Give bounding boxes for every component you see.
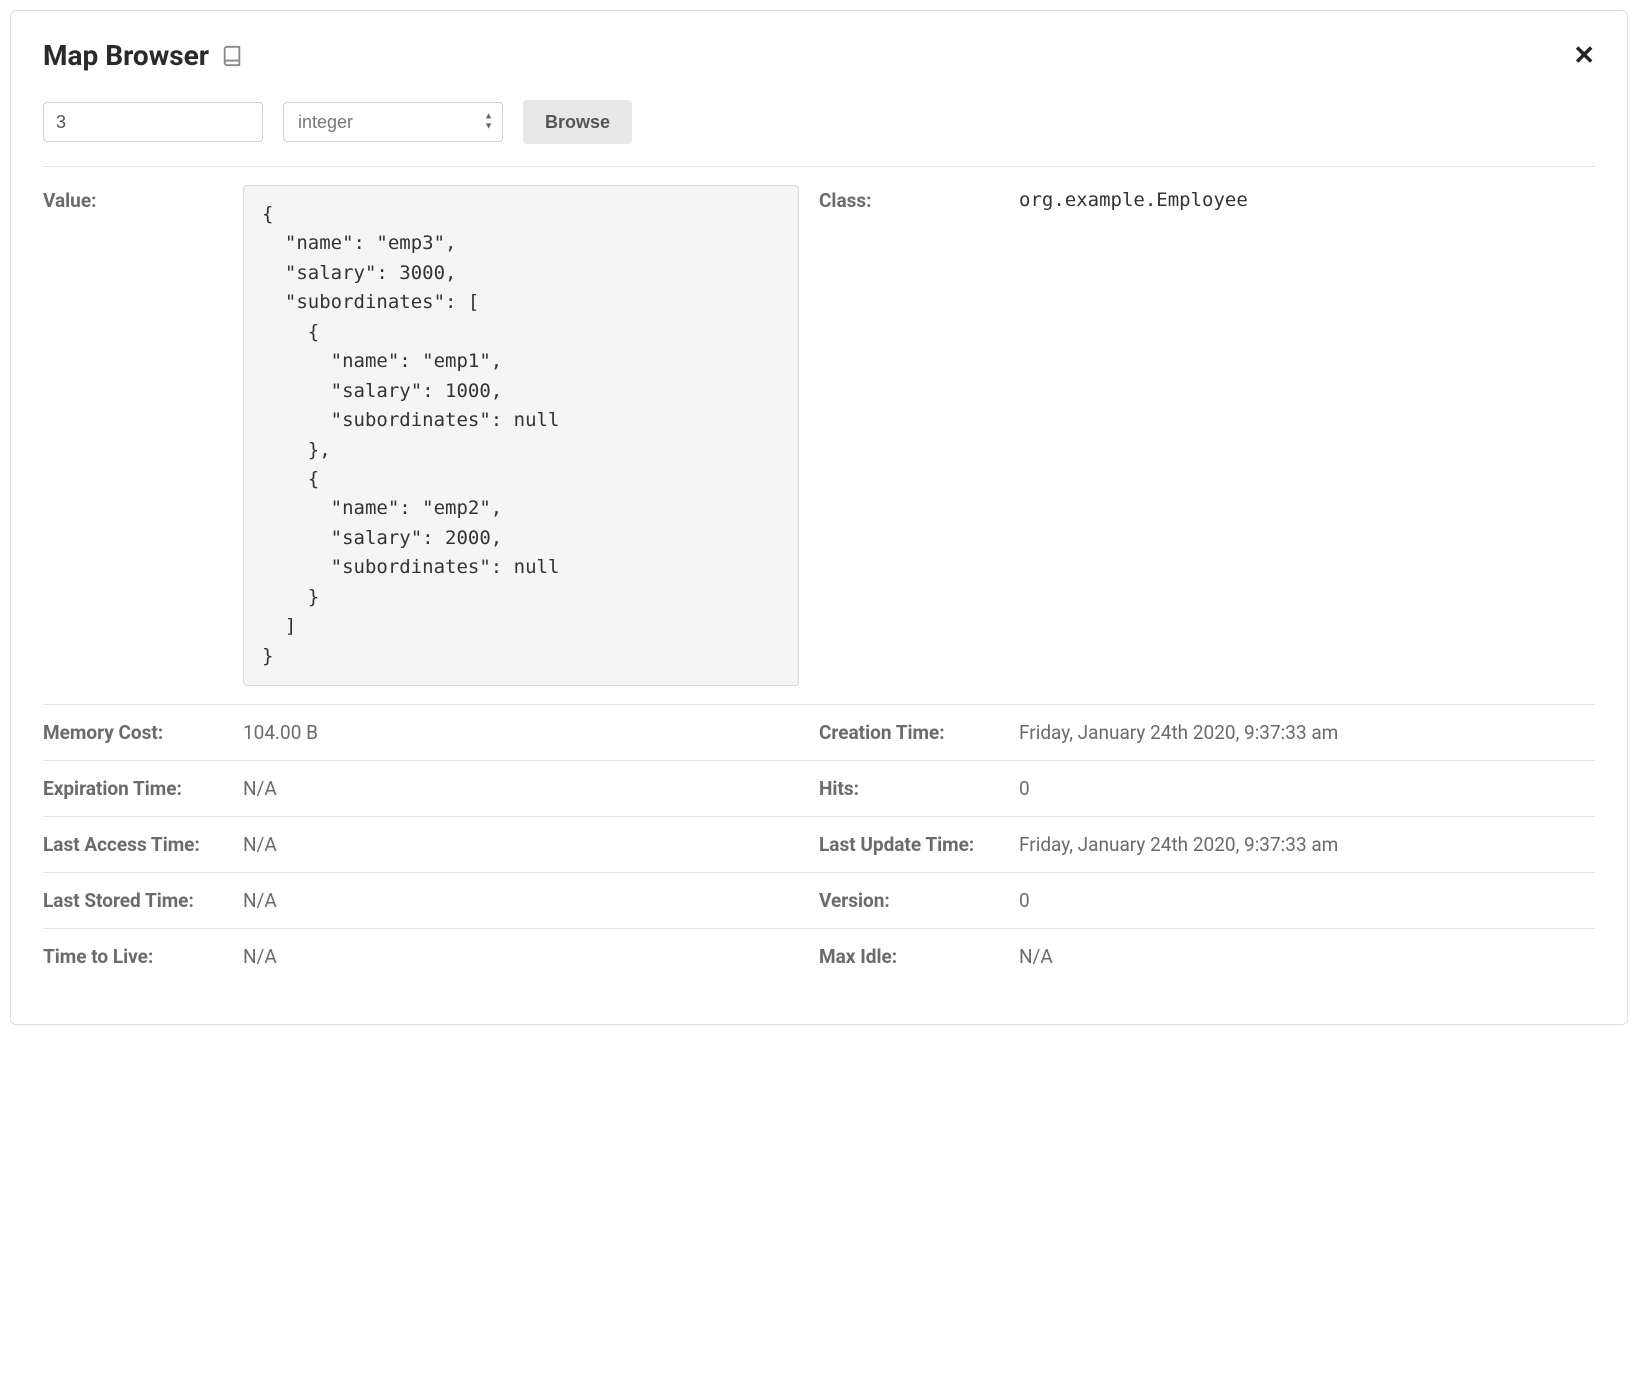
stats-cell: Hits: 0: [819, 777, 1595, 800]
type-select-wrapper: integer ▲▼: [283, 102, 503, 142]
stats-cell: Time to Live: N/A: [43, 945, 819, 968]
hits-label: Hits:: [819, 777, 1019, 800]
stats-cell: Last Stored Time: N/A: [43, 889, 819, 912]
map-browser-panel: Map Browser ✕ integer ▲▼ Browse Value:: [10, 10, 1628, 1025]
stats-cell: Memory Cost: 104.00 B: [43, 721, 819, 744]
value-column: Value: { "name": "emp3", "salary": 3000,…: [43, 185, 819, 686]
ttl-label: Time to Live:: [43, 945, 243, 968]
last-update-time-label: Last Update Time:: [819, 833, 1019, 856]
close-icon[interactable]: ✕: [1573, 43, 1595, 69]
ttl-value: N/A: [243, 945, 277, 968]
book-icon: [221, 45, 243, 67]
class-value: org.example.Employee: [1019, 185, 1248, 686]
divider: [43, 166, 1595, 167]
stats-cell: Last Access Time: N/A: [43, 833, 819, 856]
stats-cell: Last Update Time: Friday, January 24th 2…: [819, 833, 1595, 856]
stats-row: Last Access Time: N/A Last Update Time: …: [43, 817, 1595, 873]
class-label: Class:: [819, 185, 1019, 686]
last-stored-time-label: Last Stored Time:: [43, 889, 243, 912]
max-idle-value: N/A: [1019, 945, 1053, 968]
hits-value: 0: [1019, 777, 1030, 800]
stats-row: Expiration Time: N/A Hits: 0: [43, 761, 1595, 817]
last-access-time-value: N/A: [243, 833, 277, 856]
stats-cell: Version: 0: [819, 889, 1595, 912]
max-idle-label: Max Idle:: [819, 945, 1019, 968]
type-select[interactable]: integer: [283, 102, 503, 142]
stats-row: Last Stored Time: N/A Version: 0: [43, 873, 1595, 929]
stats-cell: Creation Time: Friday, January 24th 2020…: [819, 721, 1595, 744]
expiration-time-value: N/A: [243, 777, 277, 800]
stats-row: Memory Cost: 104.00 B Creation Time: Fri…: [43, 705, 1595, 761]
title-text: Map Browser: [43, 39, 209, 72]
browse-controls: integer ▲▼ Browse: [43, 100, 1595, 144]
version-value: 0: [1019, 889, 1030, 912]
memory-cost-label: Memory Cost:: [43, 721, 243, 744]
panel-title: Map Browser: [43, 39, 243, 72]
stats-grid: Memory Cost: 104.00 B Creation Time: Fri…: [43, 704, 1595, 984]
memory-cost-value: 104.00 B: [243, 721, 318, 744]
value-content: { "name": "emp3", "salary": 3000, "subor…: [243, 185, 799, 686]
key-input[interactable]: [43, 102, 263, 142]
browse-button[interactable]: Browse: [523, 100, 632, 144]
panel-header: Map Browser ✕: [43, 39, 1595, 72]
creation-time-value: Friday, January 24th 2020, 9:37:33 am: [1019, 721, 1338, 744]
last-access-time-label: Last Access Time:: [43, 833, 243, 856]
expiration-time-label: Expiration Time:: [43, 777, 243, 800]
stats-cell: Expiration Time: N/A: [43, 777, 819, 800]
last-update-time-value: Friday, January 24th 2020, 9:37:33 am: [1019, 833, 1338, 856]
version-label: Version:: [819, 889, 1019, 912]
last-stored-time-value: N/A: [243, 889, 277, 912]
class-column: Class: org.example.Employee: [819, 185, 1595, 686]
creation-time-label: Creation Time:: [819, 721, 1019, 744]
value-label: Value:: [43, 185, 243, 686]
value-class-row: Value: { "name": "emp3", "salary": 3000,…: [43, 185, 1595, 686]
stats-row: Time to Live: N/A Max Idle: N/A: [43, 929, 1595, 984]
stats-cell: Max Idle: N/A: [819, 945, 1595, 968]
